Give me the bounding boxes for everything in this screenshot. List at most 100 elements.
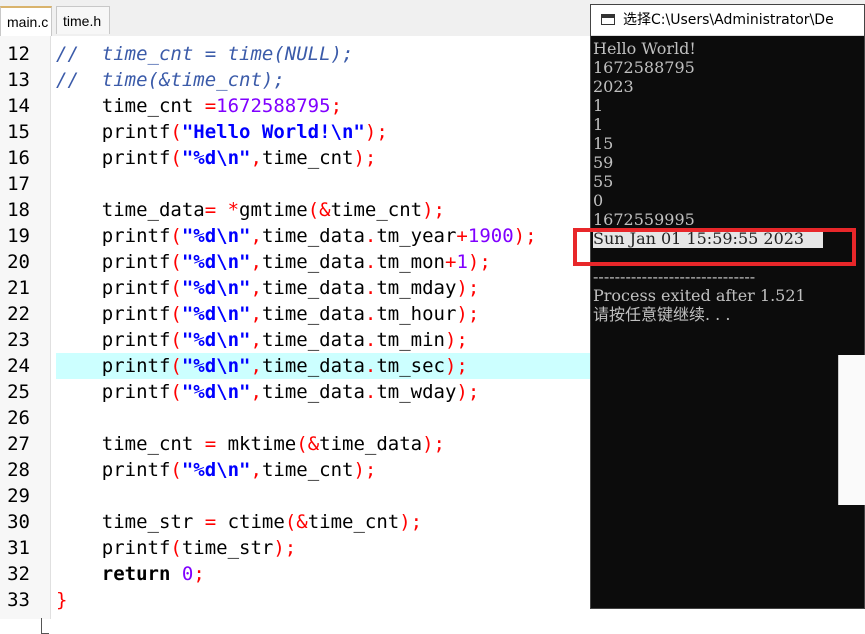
code-token: ; (330, 95, 343, 117)
code-token: time_cnt (307, 511, 400, 533)
code-line[interactable]: 22 printf("%d\n",time_data.tm_hour); (0, 301, 590, 327)
code-token: tm_hour (376, 303, 457, 325)
code-line[interactable]: 32 return 0; (0, 561, 590, 587)
code-text: time_str = ctime(&time_cnt); (56, 509, 590, 535)
code-line[interactable]: 12 // time_cnt = time(NULL); (0, 41, 590, 67)
line-number: 25 (7, 381, 30, 403)
code-line[interactable]: 28 printf("%d\n",time_cnt); (0, 457, 590, 483)
code-line[interactable]: 25 printf("%d\n",time_data.tm_wday); (0, 379, 590, 405)
code-token: 1 (456, 251, 468, 273)
code-token: time_cnt (56, 95, 205, 117)
code-token: . (364, 381, 377, 403)
code-token: ( (170, 459, 182, 481)
code-token: , (250, 355, 262, 377)
code-token: // time_cnt = time(NULL); (56, 43, 354, 65)
console-line: 1 (593, 96, 604, 115)
line-number: 22 (7, 303, 30, 325)
code-token: time_cnt (330, 199, 423, 221)
code-token: time_str (181, 537, 274, 559)
code-line[interactable]: 20 printf("%d\n",time_data.tm_mon+1); (0, 249, 590, 275)
line-number: 23 (7, 329, 30, 351)
code-line[interactable]: 27 time_cnt = mktime(&time_data); (0, 431, 590, 457)
code-token: "%d\n" (181, 251, 251, 273)
code-token: time_data (261, 251, 365, 273)
annotation-highlight-box (573, 228, 856, 266)
code-token: time_data (261, 329, 365, 351)
console-window[interactable]: 选择C:\Users\Administrator\De Hello World!… (590, 4, 865, 609)
code-line[interactable]: 31 printf(time_str); (0, 535, 590, 561)
code-token: ); (456, 303, 480, 325)
code-line[interactable]: 21 printf("%d\n",time_data.tm_mday); (0, 275, 590, 301)
code-token: time_data (261, 303, 365, 325)
code-token: ( (170, 381, 182, 403)
code-token: "%d\n" (181, 355, 251, 377)
code-line[interactable]: 18 time_data= *gmtime(&time_cnt); (0, 197, 590, 223)
code-token: ); (456, 277, 480, 299)
console-line: 59 (593, 153, 614, 172)
code-line[interactable]: 15 printf("Hello World!\n"); (0, 119, 590, 145)
code-token: printf (56, 459, 171, 481)
code-token: gmtime (239, 199, 308, 221)
code-line[interactable]: 24 printf("%d\n",time_data.tm_sec); (0, 353, 590, 379)
line-number: 30 (7, 511, 30, 533)
code-line[interactable]: 30 time_str = ctime(&time_cnt); (0, 509, 590, 535)
code-token: time_cnt (261, 459, 354, 481)
console-icon (601, 14, 615, 25)
code-text: time_data= *gmtime(&time_cnt); (56, 197, 590, 223)
code-token: . (364, 329, 377, 351)
console-line: 15 (593, 134, 614, 153)
code-token: printf (56, 147, 171, 169)
code-token: . (364, 355, 377, 377)
code-token: time_data (261, 277, 365, 299)
code-line[interactable]: 26 (0, 405, 590, 431)
code-text: return 0; (56, 561, 590, 587)
code-token: , (250, 329, 262, 351)
code-token: + (444, 251, 457, 273)
line-number: 33 (7, 589, 30, 611)
line-number: 14 (7, 95, 30, 117)
code-line[interactable]: 17 (0, 171, 590, 197)
code-text: printf("%d\n",time_data.tm_min); (56, 327, 590, 353)
code-token: ( (170, 277, 182, 299)
code-line[interactable]: 33} (0, 587, 590, 613)
code-text: time_cnt = mktime(&time_data); (56, 431, 590, 457)
code-token: ( (170, 225, 182, 247)
code-token: printf (56, 225, 171, 247)
code-token: ( (170, 355, 182, 377)
code-token: ); (513, 225, 537, 247)
code-token: = (204, 433, 217, 455)
code-line[interactable]: 19 printf("%d\n",time_data.tm_year+1900)… (0, 223, 590, 249)
code-token: , (250, 147, 262, 169)
code-token: ( (170, 303, 182, 325)
console-line: 0 (593, 191, 604, 210)
code-token: ); (467, 251, 491, 273)
code-token: . (364, 277, 377, 299)
tab-main-c[interactable]: main.c (0, 6, 52, 36)
code-line[interactable]: 23 printf("%d\n",time_data.tm_min); (0, 327, 590, 353)
code-token: ); (422, 199, 445, 221)
code-token: "Hello World!\n" (181, 121, 365, 143)
code-token: "%d\n" (181, 277, 251, 299)
code-text: printf("%d\n",time_data.tm_mday); (56, 275, 590, 301)
code-line[interactable]: 14 time_cnt =1672588795; (0, 93, 590, 119)
code-text: printf("%d\n",time_cnt); (56, 457, 590, 483)
console-title-bar[interactable]: 选择C:\Users\Administrator\De (591, 5, 864, 36)
code-token: ctime (216, 511, 285, 533)
code-editor[interactable]: 12 // time_cnt = time(NULL); 13 // time(&ti… (0, 36, 590, 634)
line-number: 17 (7, 173, 30, 195)
code-line[interactable]: 29 (0, 483, 590, 509)
code-line[interactable]: 13 // time(&time_cnt); (0, 67, 590, 93)
tab-time-h[interactable]: time.h (56, 6, 110, 34)
code-token: "%d\n" (181, 225, 251, 247)
code-token: tm_mday (376, 277, 457, 299)
code-token: ); (353, 459, 377, 481)
code-token: ( (170, 147, 182, 169)
line-number: 31 (7, 537, 30, 559)
code-token: 1672588795 (216, 95, 331, 117)
code-text: printf("Hello World!\n"); (56, 119, 590, 145)
code-token: ); (364, 121, 388, 143)
code-text: printf("%d\n",time_data.tm_mon+1); (56, 249, 590, 275)
code-line[interactable]: 16 printf("%d\n",time_cnt); (0, 145, 590, 171)
